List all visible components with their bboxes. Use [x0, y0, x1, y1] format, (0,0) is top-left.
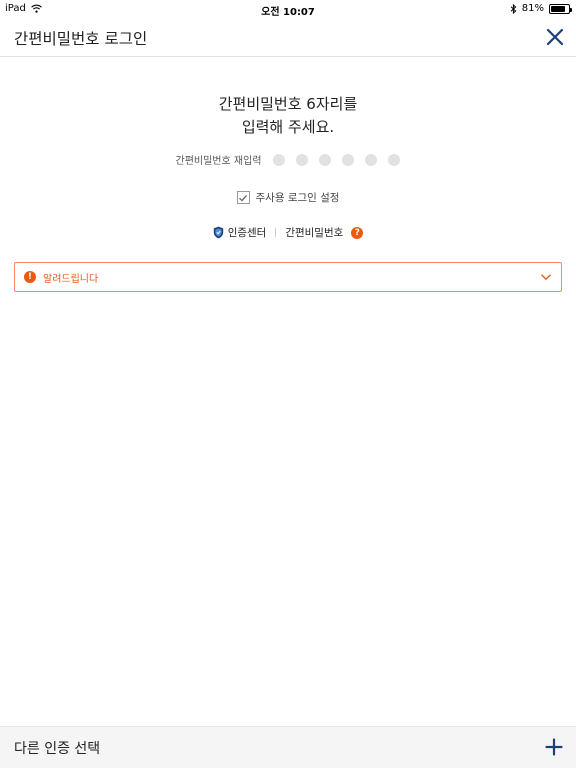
notice-label: 알려드립니다 [43, 273, 99, 285]
pin-prompt-line1: 간편비밀번호 6자리를 [218, 95, 358, 113]
battery-cap [570, 7, 572, 12]
links-row: 인증센터 간편비밀번호 ? [0, 225, 576, 240]
other-auth-label: 다른 인증 선택 [14, 741, 101, 757]
pin-dot [319, 153, 332, 166]
bluetooth-icon [510, 3, 517, 14]
pin-dot [365, 153, 378, 166]
pin-input-row: 간편비밀번호 재입력 [0, 152, 576, 167]
close-icon[interactable] [544, 26, 566, 48]
battery-icon [549, 3, 572, 14]
pin-prompt-line2: 입력해 주세요. [241, 118, 335, 136]
pin-dot [388, 153, 401, 166]
pin-label: 간편비밀번호 재입력 [175, 156, 262, 167]
link-divider [275, 228, 277, 237]
checkmark-icon [239, 194, 248, 202]
pin-prompt: 간편비밀번호 6자리를 입력해 주세요. [0, 93, 576, 139]
notice-accordion[interactable]: ! 알려드립니다 [14, 262, 562, 292]
battery-level [551, 5, 565, 12]
alert-icon: ! [24, 271, 36, 283]
remember-label: 주사용 로그인 설정 [255, 192, 340, 204]
chevron-down-icon [541, 274, 551, 281]
battery-percent: 81% [521, 3, 544, 14]
page-title: 간편비밀번호 로그인 [14, 30, 148, 48]
pin-dot [342, 153, 355, 166]
app-header: 간편비밀번호 로그인 [0, 18, 576, 57]
cert-center-link[interactable]: 인증센터 [213, 225, 267, 240]
simple-password-link[interactable]: 간편비밀번호 ? [285, 225, 364, 240]
status-time: 오전 10:07 [261, 7, 315, 18]
cert-center-label: 인증센터 [227, 227, 267, 239]
pin-dot [296, 153, 309, 166]
simple-password-label: 간편비밀번호 [285, 227, 344, 239]
status-right: 81% [510, 3, 572, 14]
help-icon[interactable]: ? [351, 226, 364, 239]
shield-icon [213, 226, 223, 239]
plus-icon [545, 738, 563, 756]
status-bar: iPad 오전 10:07 81% [0, 0, 576, 18]
remember-checkbox[interactable] [236, 191, 250, 204]
remember-login-row[interactable]: 주사용 로그인 설정 [0, 190, 576, 205]
pin-dots[interactable] [273, 153, 401, 166]
other-auth-button[interactable]: 다른 인증 선택 [0, 726, 576, 768]
pin-dot [273, 153, 286, 166]
